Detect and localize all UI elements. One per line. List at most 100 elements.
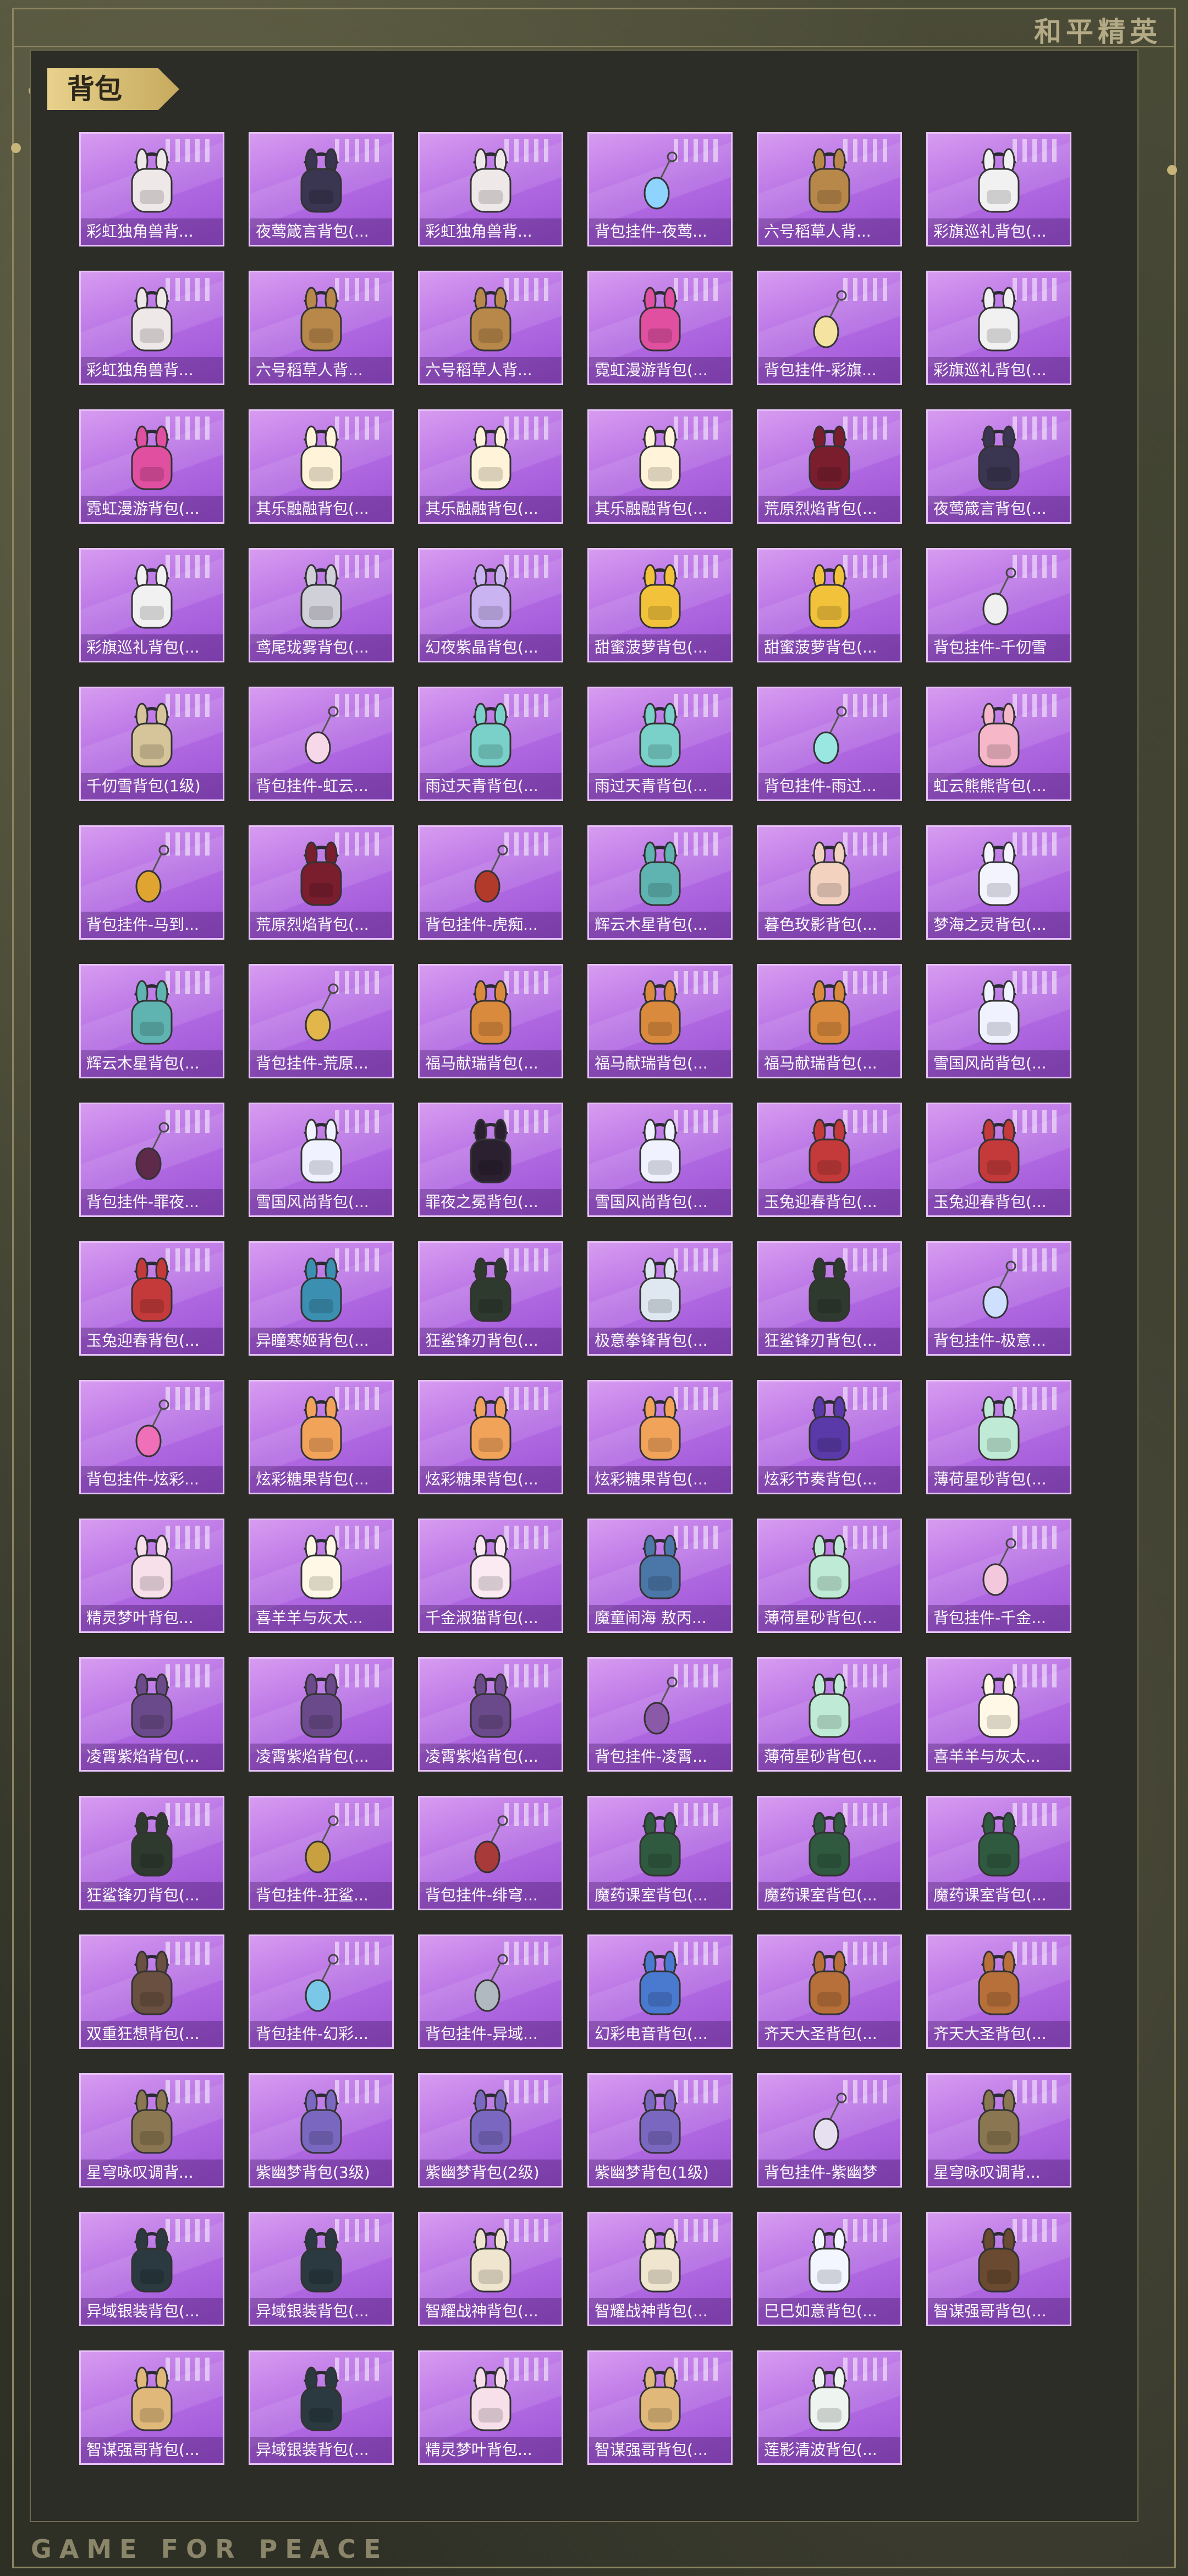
item-tile[interactable]: 雪国风尚背包(... [587,1103,733,1217]
item-tile[interactable]: 魔药课室背包(... [757,1796,902,1910]
item-tile[interactable]: 其乐融融背包(... [249,409,394,524]
item-tile[interactable]: 福马献瑞背包(... [757,964,902,1078]
item-tile[interactable]: 紫幽梦背包(2级) [418,2073,563,2188]
item-tile[interactable]: 异域银装背包(... [79,2212,224,2326]
item-tile[interactable]: 智谋强哥背包(... [587,2350,733,2465]
item-tile[interactable]: 魔药课室背包(... [926,1796,1071,1910]
item-tile[interactable]: 背包挂件-夜莺... [587,132,733,246]
item-tile[interactable]: 炫彩糖果背包(... [587,1380,733,1494]
item-tile[interactable]: 魔童闹海 敖丙... [587,1519,733,1633]
item-tile[interactable]: 炫彩糖果背包(... [249,1380,394,1494]
item-tile[interactable]: 炫彩糖果背包(... [418,1380,563,1494]
item-tile[interactable]: 双重狂想背包(... [79,1934,224,2049]
item-tile[interactable]: 凌霄紫焰背包(... [79,1657,224,1772]
item-tile[interactable]: 薄荷星砂背包(... [757,1519,902,1633]
item-tile[interactable]: 狂鲨锋刃背包(... [79,1796,224,1910]
item-tile[interactable]: 背包挂件-虹云... [249,687,394,801]
item-tile[interactable]: 齐天大圣背包(... [757,1934,902,2049]
item-tile[interactable]: 异瞳寒姬背包(... [249,1241,394,1356]
item-tile[interactable]: 梦海之灵背包(... [926,825,1071,940]
item-tile[interactable]: 背包挂件-紫幽梦 [757,2073,902,2188]
item-tile[interactable]: 背包挂件-异域... [418,1934,563,2049]
item-tile[interactable]: 紫幽梦背包(3级) [249,2073,394,2188]
item-tile[interactable]: 辉云木星背包(... [587,825,733,940]
item-tile[interactable]: 霓虹漫游背包(... [587,271,733,385]
item-tile[interactable]: 薄荷星砂背包(... [757,1657,902,1772]
item-tile[interactable]: 甜蜜菠萝背包(... [757,548,902,662]
item-tile[interactable]: 彩旗巡礼背包(... [79,548,224,662]
item-tile[interactable]: 辉云木星背包(... [79,964,224,1078]
item-tile[interactable]: 其乐融融背包(... [587,409,733,524]
item-tile[interactable]: 凌霄紫焰背包(... [249,1657,394,1772]
item-tile[interactable]: 炫彩节奏背包(... [757,1380,902,1494]
item-tile[interactable]: 异域银装背包(... [249,2212,394,2326]
item-tile[interactable]: 星穹咏叹调背... [926,2073,1071,2188]
item-tile[interactable]: 雪国风尚背包(... [249,1103,394,1217]
item-tile[interactable]: 狂鲨锋刃背包(... [757,1241,902,1356]
item-tile[interactable]: 星穹咏叹调背... [79,2073,224,2188]
item-tile[interactable]: 背包挂件-荒原... [249,964,394,1078]
item-tile[interactable]: 六号稻草人背... [249,271,394,385]
item-tile[interactable]: 智耀战神背包(... [418,2212,563,2326]
item-tile[interactable]: 彩虹独角兽背... [79,132,224,246]
item-tile[interactable]: 凌霄紫焰背包(... [418,1657,563,1772]
item-tile[interactable]: 罪夜之冕背包(... [418,1103,563,1217]
item-tile[interactable]: 精灵梦叶背包... [418,2350,563,2465]
item-tile[interactable]: 夜莺箴言背包(... [249,132,394,246]
item-tile[interactable]: 背包挂件-雨过... [757,687,902,801]
item-tile[interactable]: 鸢尾珑雾背包(... [249,548,394,662]
item-tile[interactable]: 夜莺箴言背包(... [926,409,1071,524]
item-tile[interactable]: 彩旗巡礼背包(... [926,271,1071,385]
item-tile[interactable]: 玉兔迎春背包(... [926,1103,1071,1217]
item-tile[interactable]: 其乐融融背包(... [418,409,563,524]
item-tile[interactable]: 背包挂件-虎痴... [418,825,563,940]
item-tile[interactable]: 千金淑猫背包(... [418,1519,563,1633]
item-tile[interactable]: 智耀战神背包(... [587,2212,733,2326]
item-tile[interactable]: 极意拳锋背包(... [587,1241,733,1356]
item-tile[interactable]: 彩虹独角兽背... [418,132,563,246]
item-tile[interactable]: 紫幽梦背包(1级) [587,2073,733,2188]
item-tile[interactable]: 背包挂件-凌霄... [587,1657,733,1772]
item-tile[interactable]: 彩虹独角兽背... [79,271,224,385]
item-tile[interactable]: 玉兔迎春背包(... [79,1241,224,1356]
item-tile[interactable]: 巳巳如意背包(... [757,2212,902,2326]
item-tile[interactable]: 喜羊羊与灰太... [926,1657,1071,1772]
item-tile[interactable]: 智谋强哥背包(... [79,2350,224,2465]
item-tile[interactable]: 背包挂件-幻彩... [249,1934,394,2049]
item-tile[interactable]: 虹云熊熊背包(... [926,687,1071,801]
item-tile[interactable]: 背包挂件-极意... [926,1241,1071,1356]
item-tile[interactable]: 雪国风尚背包(... [926,964,1071,1078]
item-tile[interactable]: 千仞雪背包(1级) [79,687,224,801]
item-tile[interactable]: 智谋强哥背包(... [926,2212,1071,2326]
item-tile[interactable]: 雨过天青背包(... [418,687,563,801]
item-tile[interactable]: 异域银装背包(... [249,2350,394,2465]
item-tile[interactable]: 幻彩电音背包(... [587,1934,733,2049]
item-tile[interactable]: 背包挂件-千金... [926,1519,1071,1633]
item-tile[interactable]: 背包挂件-绯穹... [418,1796,563,1910]
item-tile[interactable]: 背包挂件-千仞雪 [926,548,1071,662]
item-tile[interactable]: 玉兔迎春背包(... [757,1103,902,1217]
item-tile[interactable]: 荒原烈焰背包(... [249,825,394,940]
item-tile[interactable]: 背包挂件-炫彩... [79,1380,224,1494]
item-tile[interactable]: 荒原烈焰背包(... [757,409,902,524]
item-tile[interactable]: 彩旗巡礼背包(... [926,132,1071,246]
item-tile[interactable]: 福马献瑞背包(... [418,964,563,1078]
item-tile[interactable]: 甜蜜菠萝背包(... [587,548,733,662]
item-tile[interactable]: 薄荷星砂背包(... [926,1380,1071,1494]
item-tile[interactable]: 六号稻草人背... [418,271,563,385]
item-tile[interactable]: 魔药课室背包(... [587,1796,733,1910]
item-tile[interactable]: 精灵梦叶背包... [79,1519,224,1633]
item-tile[interactable]: 背包挂件-罪夜... [79,1103,224,1217]
item-tile[interactable]: 喜羊羊与灰太... [249,1519,394,1633]
item-tile[interactable]: 莲影清波背包(... [757,2350,902,2465]
item-tile[interactable]: 背包挂件-马到... [79,825,224,940]
item-tile[interactable]: 霓虹漫游背包(... [79,409,224,524]
item-tile[interactable]: 暮色玫影背包(... [757,825,902,940]
item-tile[interactable]: 背包挂件-狂鲨... [249,1796,394,1910]
item-tile[interactable]: 幻夜紫晶背包(... [418,548,563,662]
item-tile[interactable]: 背包挂件-彩旗... [757,271,902,385]
item-tile[interactable]: 狂鲨锋刃背包(... [418,1241,563,1356]
item-tile[interactable]: 六号稻草人背... [757,132,902,246]
item-tile[interactable]: 雨过天青背包(... [587,687,733,801]
item-tile[interactable]: 福马献瑞背包(... [587,964,733,1078]
